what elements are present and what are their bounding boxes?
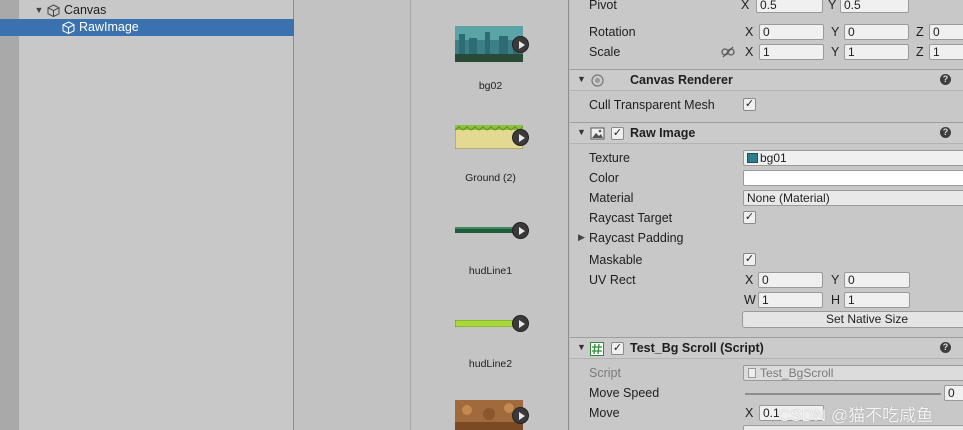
scale-y-field[interactable]: 1 — [844, 44, 909, 60]
play-preview-icon[interactable] — [512, 315, 529, 332]
move-speed-slider-track[interactable] — [745, 393, 941, 395]
scale-z-field[interactable]: 1 — [929, 44, 963, 60]
axis-x-label: X — [745, 273, 754, 287]
move-speed-label: Move Speed — [589, 386, 660, 400]
axis-z-label: Z — [916, 45, 924, 59]
foldout-arrow-icon[interactable]: ▼ — [577, 74, 586, 84]
rotation-y-field[interactable]: 0 — [844, 24, 909, 40]
axis-y-label: Y — [831, 273, 840, 287]
uv-w-field[interactable]: 1 — [758, 292, 823, 308]
project-assets-pane: bg02 Ground (2) hudLine1 hudLine2 — [412, 0, 569, 430]
uv-rect-label: UV Rect — [589, 273, 636, 287]
component-title: Canvas Renderer — [630, 73, 733, 87]
maskable-label: Maskable — [589, 253, 643, 267]
script-enabled-checkbox[interactable]: ✓ — [611, 342, 624, 355]
rotation-z-field[interactable]: 0 — [929, 24, 963, 40]
axis-x-label: X — [745, 25, 754, 39]
color-label: Color — [589, 171, 619, 185]
play-preview-icon[interactable] — [512, 222, 529, 239]
gameobject-cube-icon — [62, 21, 75, 34]
texture-value: bg01 — [760, 151, 787, 165]
raw-image-enabled-checkbox[interactable]: ✓ — [611, 127, 624, 140]
component-title: Test_Bg Scroll (Script) — [630, 341, 764, 355]
help-icon[interactable]: ? — [940, 127, 951, 138]
scale-label: Scale — [589, 45, 621, 59]
asset-label: hudLine1 — [468, 265, 513, 277]
pivot-label: Pivot — [589, 0, 617, 12]
script-hash-icon — [590, 342, 604, 356]
help-icon[interactable]: ? — [940, 342, 951, 353]
raw-image-icon — [590, 127, 605, 140]
maskable-checkbox[interactable]: ✓ — [743, 253, 756, 266]
play-preview-icon[interactable] — [512, 407, 529, 424]
script-label: Script — [589, 366, 621, 380]
hierarchy-item-label: RawImage — [79, 20, 139, 34]
axis-y-label: Y — [828, 0, 837, 12]
play-preview-icon[interactable] — [512, 129, 529, 146]
asset-label: hudLine2 — [468, 358, 513, 370]
hierarchy-panel: ▼ Canvas RawImage — [0, 0, 294, 430]
gameobject-cube-icon — [47, 4, 60, 17]
canvas-renderer-icon — [591, 74, 604, 87]
set-native-size-button[interactable]: Set Native Size — [742, 311, 963, 328]
help-icon[interactable]: ? — [940, 74, 951, 85]
component-title: Raw Image — [630, 126, 696, 140]
script-file-icon — [748, 368, 756, 378]
texture-thumbnail-icon — [747, 153, 758, 163]
axis-h-label: H — [831, 293, 841, 307]
axis-z-label: Z — [916, 25, 924, 39]
foldout-arrow-icon[interactable]: ▼ — [577, 342, 586, 352]
watermark: CSDN @猫不吃咸鱼 — [778, 406, 934, 425]
asset-label: bg02 — [478, 80, 503, 92]
expand-arrow-icon[interactable]: ▼ — [34, 2, 44, 19]
cull-transparent-mesh-label: Cull Transparent Mesh — [589, 98, 715, 112]
play-preview-icon[interactable] — [512, 36, 529, 53]
rotation-label: Rotation — [589, 25, 636, 39]
hierarchy-item-canvas[interactable]: ▼ Canvas — [19, 2, 294, 19]
axis-x-label: X — [745, 45, 754, 59]
inspector-panel: Pivot X 0.5 Y 0.5 Rotation X 0 Y 0 Z 0 S… — [570, 0, 963, 430]
uv-x-field[interactable]: 0 — [758, 272, 823, 288]
hierarchy-gutter — [0, 0, 19, 430]
pivot-x-field[interactable]: 0.5 — [756, 0, 823, 13]
texture-label: Texture — [589, 151, 630, 165]
axis-w-label: W — [744, 293, 756, 307]
foldout-arrow-icon[interactable]: ▼ — [577, 127, 586, 137]
script-value: Test_BgScroll — [760, 366, 834, 380]
raycast-target-label: Raycast Target — [589, 211, 673, 225]
foldout-right-arrow-icon[interactable]: ▶ — [578, 232, 585, 243]
hierarchy-item-label: Canvas — [64, 3, 107, 17]
canvas-renderer-header[interactable]: ▼ Canvas Renderer ? — [570, 69, 963, 91]
pivot-y-field[interactable]: 0.5 — [840, 0, 909, 13]
constrain-link-icon[interactable] — [721, 46, 735, 58]
raycast-padding-label[interactable]: Raycast Padding — [589, 231, 684, 245]
texture-field[interactable]: bg01 — [743, 150, 963, 166]
script-field: Test_BgScroll — [743, 365, 963, 381]
raw-image-header[interactable]: ▼ ✓ Raw Image ? — [570, 122, 963, 144]
axis-y-label: Y — [831, 25, 840, 39]
axis-x-label: X — [745, 406, 754, 420]
material-field[interactable]: None (Material) — [743, 190, 963, 206]
hierarchy-item-rawimage[interactable]: RawImage — [0, 19, 294, 36]
raycast-target-checkbox[interactable]: ✓ — [743, 211, 756, 224]
script-component-header[interactable]: ▼ ✓ Test_Bg Scroll (Script) ? — [570, 337, 963, 359]
asset-label: Ground (2) — [465, 172, 516, 184]
uv-h-field[interactable]: 1 — [844, 292, 910, 308]
axis-y-label: Y — [831, 45, 840, 59]
move-speed-field[interactable]: 0 — [944, 385, 963, 401]
material-label: Material — [589, 191, 634, 205]
uv-y-field[interactable]: 0 — [844, 272, 910, 288]
axis-x-label: X — [741, 0, 750, 12]
move-label: Move — [589, 406, 620, 420]
color-swatch-field[interactable] — [743, 170, 963, 186]
rotation-x-field[interactable]: 0 — [759, 24, 824, 40]
scale-x-field[interactable]: 1 — [759, 44, 824, 60]
project-folder-pane — [295, 0, 411, 430]
cull-transparent-mesh-checkbox[interactable]: ✓ — [743, 98, 756, 111]
